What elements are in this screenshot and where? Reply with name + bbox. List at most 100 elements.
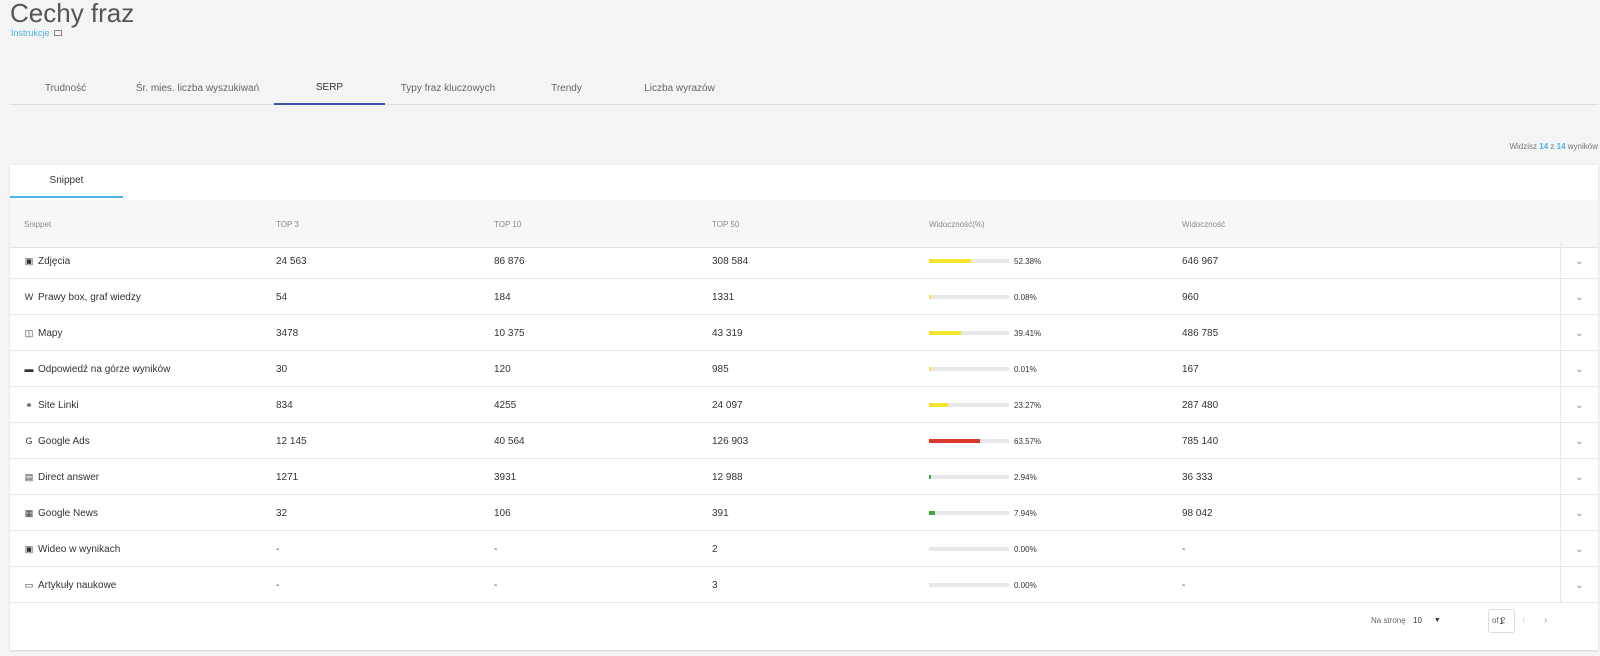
table-row[interactable]: ▭ Artykuły naukowe - - 3 0.00% - ⌄ [10,567,1598,603]
col-top10[interactable]: TOP 10 [494,200,521,248]
page-title: Cechy fraz [10,0,135,28]
per-page-select[interactable]: 10 ▼ [1413,602,1441,638]
visibility-pct-cell: 0.00% [929,567,1037,603]
chevron-down-icon: ⌄ [1575,363,1584,375]
visibility-pct: 7.94% [1014,508,1037,518]
table-row[interactable]: ▣ Wideo w wynikach - - 2 0.00% - ⌄ [10,531,1598,567]
visibility-bar [929,331,1009,335]
tab-trudnosc[interactable]: Trudność [10,72,121,105]
wikipedia-icon: W [24,292,34,302]
table-row[interactable]: ◫ Mapy 3478 10 375 43 319 39.41% 486 785 ⌄ [10,315,1598,351]
visibility-cell: 785 140 [1182,435,1219,447]
visibility-bar-fill [929,475,932,479]
news-icon: ▦ [24,507,34,518]
visibility-bar-fill [929,403,948,407]
snippet-name: Mapy [38,327,63,339]
table-row[interactable]: ▤ Direct answer 1271 3931 12 988 2.94% 36 333 ⌄ [10,459,1598,495]
expand-row-button[interactable]: ⌄ [1560,567,1598,603]
table-row[interactable]: G Google Ads 12 145 40 564 126 903 63.57% 785 … [10,423,1598,459]
visibility-bar-fill [929,511,936,515]
visibility-pct-cell: 7.94% [929,495,1037,531]
top50-cell: 126 903 [712,435,749,447]
top50-cell: 2 [712,543,718,555]
visibility-pct: 0.00% [1014,544,1037,554]
expand-row-button[interactable]: ⌄ [1560,351,1598,387]
col-visibility[interactable]: Widoczność [1182,200,1225,248]
snippet-cell: ▣ Zdjęcia [24,243,71,279]
subtab-snippet[interactable]: Snippet [10,165,123,198]
visibility-cell: 960 [1182,291,1199,303]
top3-cell: 834 [276,399,293,411]
col-snippet[interactable]: Snippet [24,200,51,248]
top3-cell: 3478 [276,327,299,339]
expand-row-button[interactable]: ⌄ [1560,531,1598,567]
expand-row-button[interactable]: ⌄ [1560,279,1598,315]
snippet-cell: ▭ Artykuły naukowe [24,567,117,603]
tab-typy-fraz[interactable]: Typy fraz kluczowych [385,72,511,105]
expand-row-button[interactable]: ⌄ [1560,243,1598,279]
expand-row-button[interactable]: ⌄ [1560,387,1598,423]
tab-trendy[interactable]: Trendy [511,72,622,105]
table-row[interactable]: ▣ Zdjęcia 24 563 86 876 308 584 52.38% 646 967… [10,243,1598,279]
top50-cell: 985 [712,363,729,375]
top3-cell: 54 [276,291,288,303]
dropdown-arrow-icon: ▼ [1433,616,1441,624]
visibility-cell: 287 480 [1182,399,1219,411]
col-top50[interactable]: TOP 50 [712,200,739,248]
visibility-bar [929,475,1009,479]
snippet-name: Prawy box, graf wiedzy [38,291,141,303]
top50-cell: 308 584 [712,255,749,267]
visibility-pct: 52.38% [1014,256,1042,266]
visibility-cell: - [1182,579,1186,591]
expand-row-button[interactable]: ⌄ [1560,423,1598,459]
next-page-icon[interactable]: › [1544,602,1547,638]
chevron-down-icon: ⌄ [1575,543,1584,555]
visibility-bar-fill [929,331,961,335]
counter-prefix: Widzisz [1509,142,1538,151]
visibility-bar [929,367,1009,371]
table-row[interactable]: ⚭ Site Linki 834 4255 24 097 23.27% 287 480 ⌄ [10,387,1598,423]
top10-cell: - [494,579,498,591]
top10-cell: 120 [494,363,511,375]
col-top3[interactable]: TOP 3 [276,200,299,248]
table-row[interactable]: W Prawy box, graf wiedzy 54 184 1331 0.08% 960… [10,279,1598,315]
visibility-cell: - [1182,543,1186,555]
prev-page-icon[interactable]: ‹ [1522,602,1525,638]
snippet-name: Artykuły naukowe [38,579,117,591]
top50-cell: 1331 [712,291,735,303]
table-row[interactable]: ▦ Google News 32 106 391 7.94% 98 042 ⌄ [10,495,1598,531]
snippet-cell: W Prawy box, graf wiedzy [24,279,141,315]
instructions-link[interactable]: Instrukcje [11,28,62,38]
pagination: Na stronę 10 ▼ 1 of 2 ‹ › [10,602,1598,650]
tab-sr-mies-liczba[interactable]: Śr. mies. liczba wyszukiwań [121,72,274,105]
chevron-down-icon: ⌄ [1575,435,1584,447]
visibility-pct-cell: 39.41% [929,315,1041,351]
visibility-pct: 23.27% [1014,400,1042,410]
top10-cell: 184 [494,291,511,303]
subtab-bar: Snippet [10,165,1598,198]
chevron-down-icon: ⌄ [1575,291,1584,303]
top10-cell: 40 564 [494,435,525,447]
tab-serp[interactable]: SERP [274,72,385,105]
expand-row-button[interactable]: ⌄ [1560,459,1598,495]
top3-cell: 12 145 [276,435,307,447]
top10-cell: 86 876 [494,255,525,267]
answer-icon: ▬ [24,364,34,374]
chevron-down-icon: ⌄ [1575,255,1584,267]
results-card: Snippet Snippet TOP 3 TOP 10 TOP 50 Wido… [10,165,1598,650]
snippet-cell: ⚭ Site Linki [24,387,78,423]
tab-liczba-wyrazow[interactable]: Liczba wyrazów [622,72,737,105]
snippet-cell: ▣ Wideo w wynikach [24,531,121,567]
visibility-bar-fill [929,367,931,371]
expand-row-button[interactable]: ⌄ [1560,315,1598,351]
visibility-cell: 646 967 [1182,255,1219,267]
top50-cell: 3 [712,579,718,591]
table-row[interactable]: ▬ Odpowiedź na górze wyników 30 120 985 0.01%… [10,351,1598,387]
expand-row-button[interactable]: ⌄ [1560,495,1598,531]
per-page-value: 10 [1413,615,1422,625]
top50-cell: 43 319 [712,327,743,339]
visibility-bar [929,547,1009,551]
col-visibility-pct[interactable]: Widoczność(%) [929,200,985,248]
snippet-cell: ▤ Direct answer [24,459,99,495]
visibility-pct: 2.94% [1014,472,1037,482]
